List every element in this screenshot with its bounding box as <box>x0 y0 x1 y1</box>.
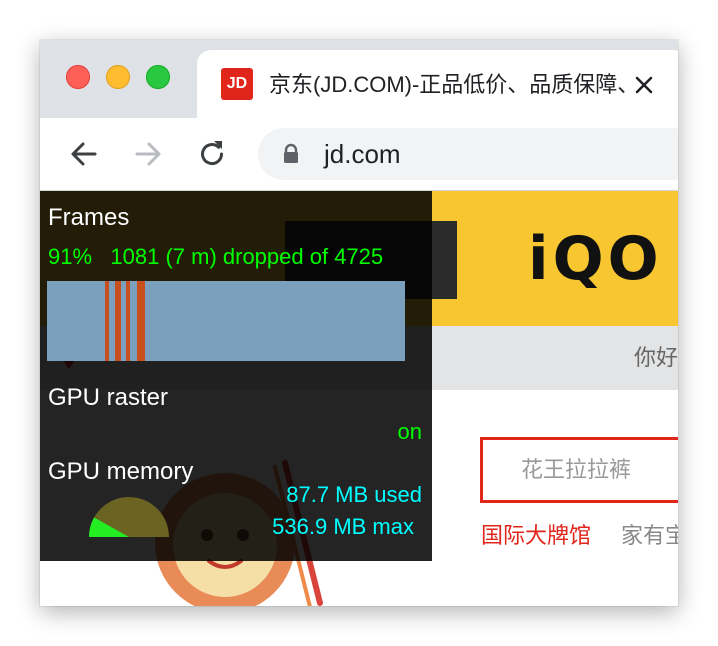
jd-favicon-icon: JD <box>221 68 253 100</box>
frame-drop-bar <box>137 281 145 361</box>
frame-drop-bar <box>126 281 130 361</box>
reload-icon[interactable] <box>194 136 230 172</box>
browser-window: JD 京东(JD.COM)-正品低价、品质保障、配送及时、轻松购物！ <box>40 40 678 606</box>
search-box <box>480 437 678 503</box>
hot-link[interactable]: 国际大牌馆 <box>481 521 591 551</box>
back-arrow-icon[interactable] <box>66 136 102 172</box>
frames-percent: 91% <box>48 244 93 269</box>
url-text: jd.com <box>324 139 401 169</box>
minimize-window-button[interactable] <box>106 65 130 89</box>
search-input[interactable] <box>483 440 678 500</box>
lock-icon <box>280 143 302 165</box>
frames-label: Frames <box>48 204 130 231</box>
close-window-button[interactable] <box>66 65 90 89</box>
frames-dropped-summary: 1081 (7 m) dropped of 4725 <box>110 244 384 269</box>
jd-homepage: iQO 你好 国际大牌馆 家有宝 <box>40 191 678 606</box>
banner-logo: iQO <box>528 224 663 294</box>
close-tab-icon[interactable] <box>629 70 659 100</box>
frames-graph <box>47 281 405 361</box>
gpu-raster-state: on <box>397 419 422 444</box>
frames-graph-background <box>47 281 405 361</box>
gpu-memory-gauge <box>89 497 169 537</box>
gpu-raster-label: GPU raster <box>48 384 169 411</box>
tab-strip: JD 京东(JD.COM)-正品低价、品质保障、配送及时、轻松购物！ <box>40 40 678 118</box>
fps-meter-overlay: Frames 91% 1081 (7 m) dropped of 4725 GP… <box>40 191 432 561</box>
hot-link[interactable]: 家有宝 <box>621 521 678 551</box>
forward-arrow-icon[interactable] <box>130 136 166 172</box>
tab-title: 京东(JD.COM)-正品低价、品质保障、配送及时、轻松购物！ <box>269 72 625 97</box>
greeting-text[interactable]: 你好 <box>634 326 678 390</box>
frames-stats: 91% 1081 (7 m) dropped of 4725 <box>48 244 383 270</box>
gpu-memory-max: 536.9 MB max <box>272 514 414 539</box>
address-bar[interactable]: jd.com <box>258 128 678 180</box>
gpu-memory-label: GPU memory <box>48 458 194 485</box>
gpu-memory-used: 87.7 MB used <box>286 482 422 507</box>
tab-jd[interactable]: JD 京东(JD.COM)-正品低价、品质保障、配送及时、轻松购物！ <box>197 50 678 118</box>
zoom-window-button[interactable] <box>146 65 170 89</box>
browser-toolbar: jd.com <box>40 118 678 190</box>
frame-drop-bar <box>115 281 121 361</box>
frame-drop-bar <box>105 281 109 361</box>
